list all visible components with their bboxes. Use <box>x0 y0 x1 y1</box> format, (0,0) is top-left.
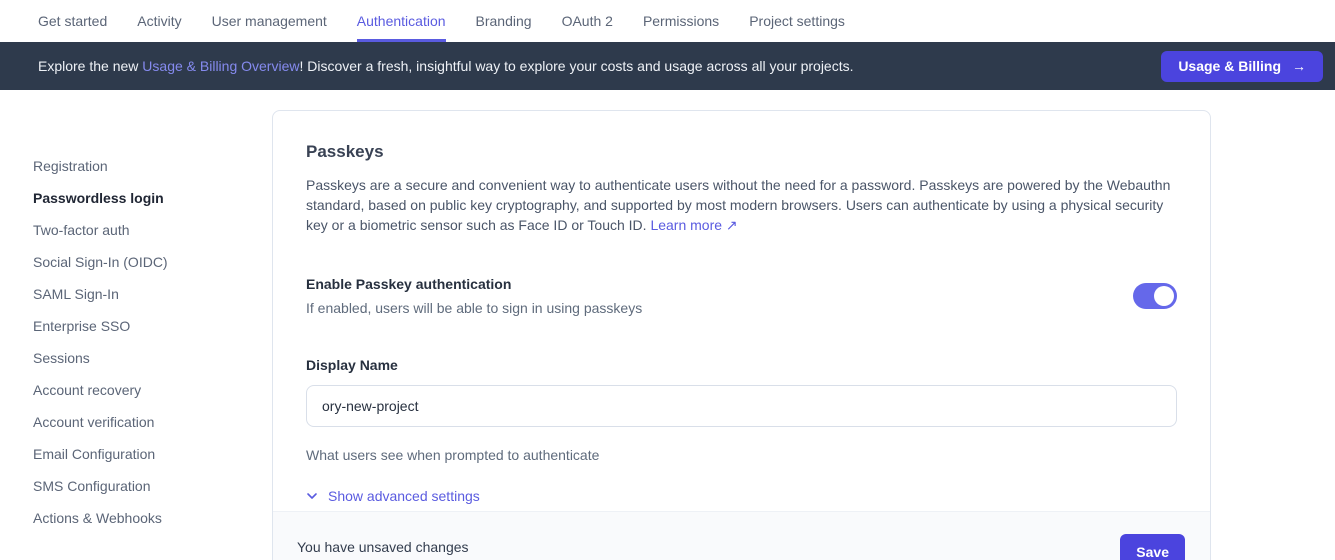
save-button[interactable]: Save <box>1120 534 1185 560</box>
settings-sidebar: Registration Passwordless login Two-fact… <box>0 90 272 534</box>
enable-passkey-toggle[interactable] <box>1133 283 1177 309</box>
sidebar-item-label: Registration <box>33 158 108 174</box>
learn-more-link[interactable]: Learn more ↗ <box>650 217 737 233</box>
sidebar-item-sms-configuration[interactable]: SMS Configuration <box>33 470 272 502</box>
sidebar-item-saml-sign-in[interactable]: SAML Sign-In <box>33 278 272 310</box>
sidebar-item-label: Email Configuration <box>33 446 155 462</box>
nav-tab-activity[interactable]: Activity <box>137 0 181 42</box>
display-name-label: Display Name <box>306 357 1177 373</box>
usage-billing-button-label: Usage & Billing <box>1178 58 1281 74</box>
main-area: Registration Passwordless login Two-fact… <box>0 90 1335 560</box>
sidebar-item-label: Actions & Webhooks <box>33 510 162 526</box>
external-link-icon: ↗ <box>726 217 738 233</box>
banner-text-after: ! Discover a fresh, insightful way to ex… <box>299 58 853 74</box>
nav-tab-label: Project settings <box>749 13 845 29</box>
display-name-input[interactable] <box>306 385 1177 427</box>
passkeys-card: Passkeys Passkeys are a secure and conve… <box>272 110 1211 560</box>
nav-tab-label: Branding <box>476 13 532 29</box>
nav-tab-permissions[interactable]: Permissions <box>643 0 719 42</box>
show-advanced-settings[interactable]: Show advanced settings <box>306 488 480 504</box>
sidebar-item-sessions[interactable]: Sessions <box>33 342 272 374</box>
section-description: Passkeys are a secure and convenient way… <box>306 175 1177 235</box>
nav-tab-label: OAuth 2 <box>562 13 613 29</box>
nav-tab-label: Authentication <box>357 13 446 29</box>
display-name-field: Display Name What users see when prompte… <box>306 357 1177 463</box>
section-description-text: Passkeys are a secure and convenient way… <box>306 177 1170 233</box>
sidebar-item-label: Account recovery <box>33 382 141 398</box>
nav-tab-get-started[interactable]: Get started <box>38 0 107 42</box>
sidebar-item-actions-webhooks[interactable]: Actions & Webhooks <box>33 502 272 534</box>
usage-billing-button[interactable]: Usage & Billing → <box>1161 51 1323 82</box>
sidebar-item-label: SAML Sign-In <box>33 286 119 302</box>
enable-passkey-description: If enabled, users will be able to sign i… <box>306 296 642 320</box>
nav-tab-label: Permissions <box>643 13 719 29</box>
nav-tab-user-management[interactable]: User management <box>212 0 327 42</box>
banner-message: Explore the new Usage & Billing Overview… <box>38 58 854 74</box>
nav-tab-oauth-2[interactable]: OAuth 2 <box>562 0 613 42</box>
sidebar-item-label: Account verification <box>33 414 154 430</box>
card-footer: You have unsaved changes Save <box>273 511 1210 560</box>
sidebar-item-passwordless-login[interactable]: Passwordless login <box>33 182 272 214</box>
sidebar-item-label: SMS Configuration <box>33 478 151 494</box>
sidebar-item-registration[interactable]: Registration <box>33 150 272 182</box>
usage-billing-overview-link[interactable]: Usage & Billing Overview <box>142 58 299 74</box>
nav-tab-authentication[interactable]: Authentication <box>357 0 446 42</box>
announcement-banner: Explore the new Usage & Billing Overview… <box>0 42 1335 90</box>
nav-tab-branding[interactable]: Branding <box>476 0 532 42</box>
nav-tab-project-settings[interactable]: Project settings <box>749 0 845 42</box>
sidebar-item-account-verification[interactable]: Account verification <box>33 406 272 438</box>
enable-passkey-label: Enable Passkey authentication <box>306 272 642 296</box>
passkeys-card-body: Passkeys Passkeys are a secure and conve… <box>273 111 1210 507</box>
toggle-knob <box>1154 286 1174 306</box>
nav-tab-label: Activity <box>137 13 181 29</box>
unsaved-changes-status: You have unsaved changes <box>297 537 469 560</box>
sidebar-item-label: Enterprise SSO <box>33 318 130 334</box>
sidebar-item-label: Sessions <box>33 350 90 366</box>
display-name-helper: What users see when prompted to authenti… <box>306 447 1177 463</box>
sidebar-item-email-configuration[interactable]: Email Configuration <box>33 438 272 470</box>
learn-more-label: Learn more <box>650 217 722 233</box>
sidebar-item-account-recovery[interactable]: Account recovery <box>33 374 272 406</box>
section-title: Passkeys <box>306 142 1177 162</box>
sidebar-item-label: Social Sign-In (OIDC) <box>33 254 168 270</box>
sidebar-item-label: Two-factor auth <box>33 222 130 238</box>
nav-tab-label: Get started <box>38 13 107 29</box>
sidebar-item-label: Passwordless login <box>33 190 164 206</box>
show-advanced-settings-label: Show advanced settings <box>328 488 480 504</box>
enable-passkey-texts: Enable Passkey authentication If enabled… <box>306 272 642 320</box>
sidebar-item-enterprise-sso[interactable]: Enterprise SSO <box>33 310 272 342</box>
nav-tab-label: User management <box>212 13 327 29</box>
chevron-down-icon <box>306 490 318 502</box>
banner-text-before: Explore the new <box>38 58 142 74</box>
enable-passkey-row: Enable Passkey authentication If enabled… <box>306 272 1177 320</box>
sidebar-item-two-factor-auth[interactable]: Two-factor auth <box>33 214 272 246</box>
arrow-right-icon: → <box>1292 58 1306 74</box>
sidebar-item-social-sign-in-oidc[interactable]: Social Sign-In (OIDC) <box>33 246 272 278</box>
top-nav: Get started Activity User management Aut… <box>0 0 1335 42</box>
